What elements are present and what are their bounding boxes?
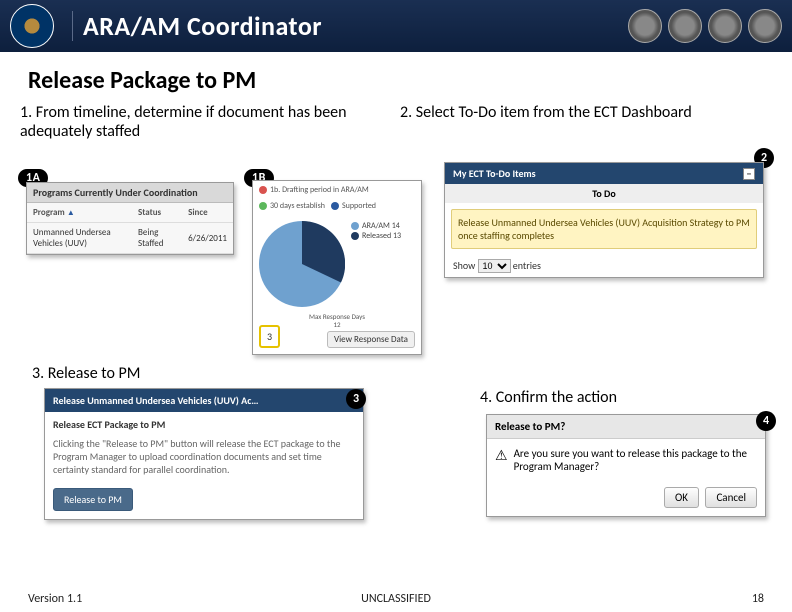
sort-asc-icon[interactable]: ▲ [67, 208, 75, 218]
legend-side-2-label: Released [362, 231, 391, 241]
table-row[interactable]: Unmanned Undersea Vehicles (UUV) Being S… [27, 223, 233, 254]
airforce-seal-icon [748, 9, 782, 43]
panel-chart: 1b. Drafting period in ARA/AM 30 days es… [252, 180, 422, 355]
badge-4: 4 [756, 411, 776, 431]
todo-title: My ECT To-Do Items [453, 167, 536, 180]
footer-version: Version 1.1 [28, 592, 82, 606]
release-title: Release Unmanned Undersea Vehicles (UUV)… [45, 389, 363, 412]
navy-seal-icon [708, 9, 742, 43]
entries-select[interactable]: 10 [478, 259, 511, 273]
dod-seal-icon [10, 4, 54, 48]
todo-foot-suffix: entries [513, 259, 541, 272]
army-seal-icon [628, 9, 662, 43]
cell-program: Unmanned Undersea Vehicles (UUV) [27, 223, 132, 254]
legend-top-3: Supported [342, 201, 376, 211]
confirm-title: Release to PM? [487, 415, 765, 439]
todo-subhead: To Do [445, 184, 763, 203]
legend-top-2: 30 days establish [270, 201, 325, 211]
step-3-text: 3. Release to PM [32, 364, 140, 383]
release-to-pm-button[interactable]: Release to PM [53, 488, 133, 511]
col-program[interactable]: Program [33, 207, 65, 218]
release-subtitle: Release ECT Package to PM [45, 412, 363, 437]
todo-foot-prefix: Show [453, 259, 475, 272]
legend-side-1-label: ARA/AM [362, 221, 390, 231]
yellow-highlight: 3 [259, 325, 280, 348]
collapse-icon[interactable]: − [743, 168, 755, 180]
slide-footer: Version 1.1 UNCLASSIFIED 18 [0, 592, 792, 606]
step-2-text: 2. Select To-Do item from the ECT Dashbo… [400, 103, 772, 122]
view-response-button[interactable]: View Response Data [327, 331, 415, 348]
cell-status: Being Staffed [132, 223, 182, 254]
service-seals [628, 9, 782, 43]
warning-icon: ⚠ [495, 447, 508, 464]
confirm-body-text: Are you sure you want to release this pa… [514, 447, 757, 473]
col-since[interactable]: Since [182, 203, 233, 223]
badge-3: 3 [346, 389, 366, 409]
panel-release: Release Unmanned Undersea Vehicles (UUV)… [44, 388, 364, 520]
page-title: ARA/AM Coordinator [83, 10, 322, 42]
panel-1a-title: Programs Currently Under Coordination [33, 186, 198, 199]
section-title: Release Package to PM [0, 52, 792, 103]
legend-side-1-value: 14 [392, 221, 400, 231]
legend-top-1: 1b. Drafting period in ARA/AM [270, 185, 369, 195]
step-1-text: 1. From timeline, determine if document … [20, 103, 350, 141]
release-body: Clicking the "Release to PM" button will… [45, 437, 363, 484]
ok-button[interactable]: OK [664, 487, 699, 508]
pie-chart-icon [259, 221, 345, 307]
marines-seal-icon [668, 9, 702, 43]
footer-classification: UNCLASSIFIED [361, 592, 431, 606]
app-header: ARA/AM Coordinator [0, 0, 792, 52]
legend-side-2-value: 13 [393, 231, 401, 241]
footer-page: 18 [752, 592, 764, 606]
panel-programs: Programs Currently Under Coordination Pr… [26, 182, 234, 255]
step-4-text: 4. Confirm the action [480, 388, 617, 407]
cancel-button[interactable]: Cancel [705, 487, 757, 508]
header-divider [72, 11, 73, 41]
panel-confirm: Release to PM? ⚠ Are you sure you want t… [486, 414, 766, 517]
cell-since: 6/26/2011 [182, 223, 233, 254]
panel-todo: My ECT To-Do Items − To Do Release Unman… [444, 162, 764, 278]
todo-item[interactable]: Release Unmanned Undersea Vehicles (UUV)… [451, 209, 757, 249]
col-status[interactable]: Status [132, 203, 182, 223]
programs-table: Program ▲ Status Since Unmanned Undersea… [27, 203, 233, 254]
yellow-value: 3 [267, 330, 272, 343]
